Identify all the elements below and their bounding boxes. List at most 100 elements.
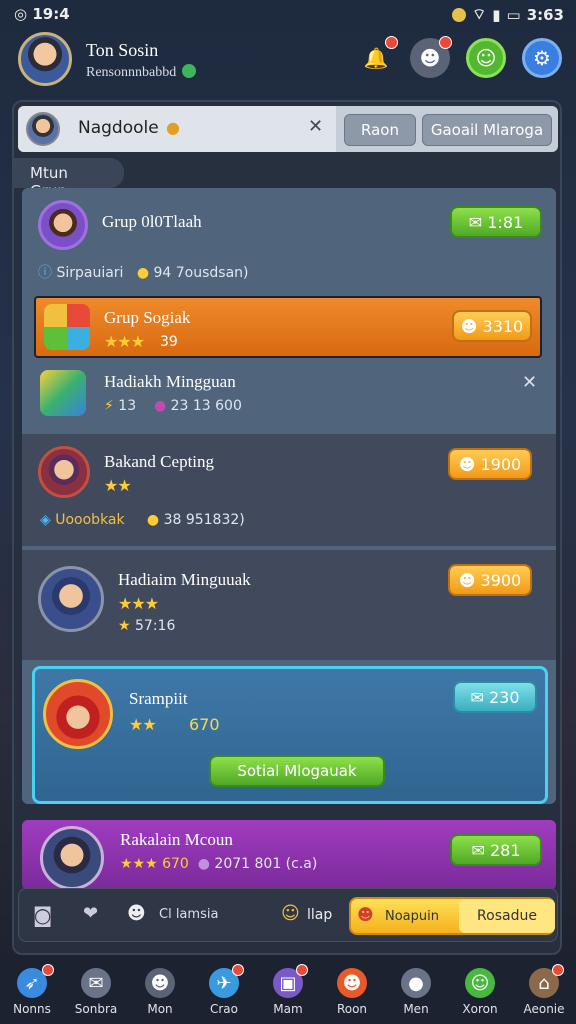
nav-item-roon[interactable]: ☻ Roon: [320, 960, 384, 1024]
reward-button[interactable]: ✉ 281: [450, 834, 542, 866]
group-sub2: 2071 801 (c.a): [214, 856, 318, 872]
group-meta: 670: [189, 715, 220, 734]
reward-value: 230: [488, 687, 520, 707]
cube-icon: [44, 304, 90, 350]
list-item[interactable]: Rakalain Mcoun ★★★ 670 ● 2071 801 (c.a) …: [22, 820, 556, 890]
bottom-toolbar: ◙ ❤ ☻ Cl lamsia ☺ llap ☻ Noapuin Rosadue: [18, 888, 558, 942]
reward-value: 3900: [480, 570, 522, 590]
nav-label: Aeonie: [523, 1002, 565, 1016]
reward-button[interactable]: ✉ 230: [453, 681, 537, 713]
game-screen: { "status": {"time_left":"19:4","time_ri…: [0, 0, 576, 1024]
star-rating: ★★★: [104, 332, 145, 351]
pirate-avatar: [43, 679, 113, 749]
group-meta: 39: [160, 334, 178, 350]
nav-item-men[interactable]: ● Men: [384, 960, 448, 1024]
notification-badge: [42, 964, 54, 976]
notification-badge: [439, 36, 452, 49]
list-item[interactable]: Grup 0l0Tlaah ✉ 1:81 ⓘ Sirpauiari ● 94 7…: [22, 188, 556, 292]
coin-icon: ●: [136, 265, 150, 281]
fox-icon: ☻: [337, 968, 367, 998]
chat-bubble-icon[interactable]: ❤: [83, 903, 98, 924]
group-sub1: Sirpauiari: [56, 265, 124, 281]
friends-icon[interactable]: ☻: [410, 36, 452, 78]
list-item[interactable]: Hadiaim Minguuak ★★★ ★ 57:16 ☻ 3900: [22, 550, 556, 660]
nav-item-crao[interactable]: ✈ Crao: [192, 960, 256, 1024]
group-sub2: 38 951832): [163, 512, 245, 528]
group-avatar: [40, 826, 104, 890]
gift-icon: ✉: [471, 840, 490, 860]
star-rating: ★★: [129, 715, 157, 734]
pet-icon[interactable]: ☻: [127, 903, 146, 924]
coin-icon: ●: [166, 118, 180, 137]
tab-my-group[interactable]: Mtun Grup: [14, 158, 124, 200]
wifi-icon: ⌔: [472, 5, 487, 23]
avatar[interactable]: [18, 32, 72, 86]
group-title: Srampiit: [129, 689, 188, 708]
reward-button[interactable]: ☻ 3310: [452, 310, 532, 342]
status-left: ◎ 19:4: [14, 5, 70, 23]
notification-badge: [296, 964, 308, 976]
group-subtitle: ◈ Uooobkak ● 38 951832): [40, 512, 245, 528]
notification-badge: [552, 964, 564, 976]
nav-item-sonbra[interactable]: ✉ Sonbra: [64, 960, 128, 1024]
group-meta2: 23 13 600: [170, 398, 242, 414]
chat-icon: ●: [401, 968, 431, 998]
group-meta: ★ 57:16: [118, 618, 175, 634]
star-rating: ★★★: [120, 856, 158, 872]
reward-button[interactable]: ☻ 1900: [448, 448, 532, 480]
global-manage-button[interactable]: Gaoail Mlaroga: [422, 114, 552, 146]
nav-item-mam[interactable]: ▣ Mam: [256, 960, 320, 1024]
frog-icon: ☺: [465, 968, 495, 998]
settings-icon[interactable]: ⚙: [522, 38, 562, 78]
group-meta: ⚡ 13 ● 23 13 600: [104, 398, 242, 414]
nav-item-nonns[interactable]: ➶ Nonns: [0, 960, 64, 1024]
profile-subtitle: Rensonnnbabbd: [86, 64, 197, 81]
group-avatar: [38, 566, 104, 632]
potion-icon: ●: [153, 398, 167, 414]
list-item[interactable]: Hadiakh Mingguan ⚡ 13 ● 23 13 600 ✕: [22, 360, 556, 430]
emoji-icon: [452, 7, 467, 22]
signal-icon: ▮: [492, 5, 501, 24]
close-icon[interactable]: ✕: [522, 372, 537, 393]
chat-icon[interactable]: ☺: [466, 38, 506, 78]
tab-llap[interactable]: llap: [307, 907, 332, 923]
featured-group[interactable]: Srampiit ★★ 670 ✉ 230 Sotial Mlogauak: [32, 666, 548, 804]
social-action-button[interactable]: Sotial Mlogauak: [209, 755, 385, 787]
camera-icon[interactable]: ◙: [33, 903, 52, 927]
nav-item-mon[interactable]: ☻ Mon: [128, 960, 192, 1024]
reward-button[interactable]: ☻ 3900: [448, 564, 532, 596]
close-icon[interactable]: ✕: [308, 116, 323, 137]
star-rating: ★★: [104, 476, 132, 495]
group-avatar: [38, 200, 88, 250]
reward-value: 1900: [480, 454, 522, 474]
search-button[interactable]: Raon: [344, 114, 416, 146]
filter-label[interactable]: Cl lamsia: [159, 907, 218, 922]
profile-name: Ton Sosin: [86, 40, 159, 60]
group-sub2: 94 7ousdsan): [153, 265, 249, 281]
list-item[interactable]: Bakand Cepting ★★ ☻ 1900 ◈ Uooobkak ● 38…: [22, 434, 556, 546]
search-field[interactable]: Nagdoole ● ✕: [18, 106, 336, 152]
nav-label: Nonns: [13, 1002, 51, 1016]
coin-icon: ☻: [458, 570, 481, 590]
nav-item-aeonie[interactable]: ⌂ Aeonie: [512, 960, 576, 1024]
rosadue-button[interactable]: Rosadue: [459, 899, 555, 933]
nav-label: Crao: [209, 1002, 238, 1016]
notification-badge: [232, 964, 244, 976]
game-icon: ◎: [14, 5, 28, 23]
bolt-icon: ⚡: [104, 398, 114, 414]
profile-header: Ton Sosin Rensonnnbabbd 🔔 ☻ ☺ ⚙: [0, 28, 576, 94]
gift-icon: ✉: [470, 687, 489, 707]
mail-icon: ✉: [81, 968, 111, 998]
nav-label: Mon: [147, 1002, 173, 1016]
online-icon: [182, 64, 197, 78]
group-title: Grup Sogiak: [104, 308, 191, 327]
group-meta: ★★★ 670 ● 2071 801 (c.a): [120, 856, 317, 872]
nav-item-xoron[interactable]: ☺ Xoron: [448, 960, 512, 1024]
tab-noapuin[interactable]: Noapuin: [385, 909, 439, 924]
bell-icon[interactable]: 🔔: [356, 36, 398, 78]
group-meta-text: 57:16: [135, 618, 176, 634]
group-sub1: Uooobkak: [55, 512, 125, 528]
list-item[interactable]: Grup Sogiak ★★★ 39 ☻ 3310: [34, 296, 542, 358]
reward-button[interactable]: ✉ 1:81: [450, 206, 542, 238]
shield-icon: ◈: [40, 512, 51, 528]
